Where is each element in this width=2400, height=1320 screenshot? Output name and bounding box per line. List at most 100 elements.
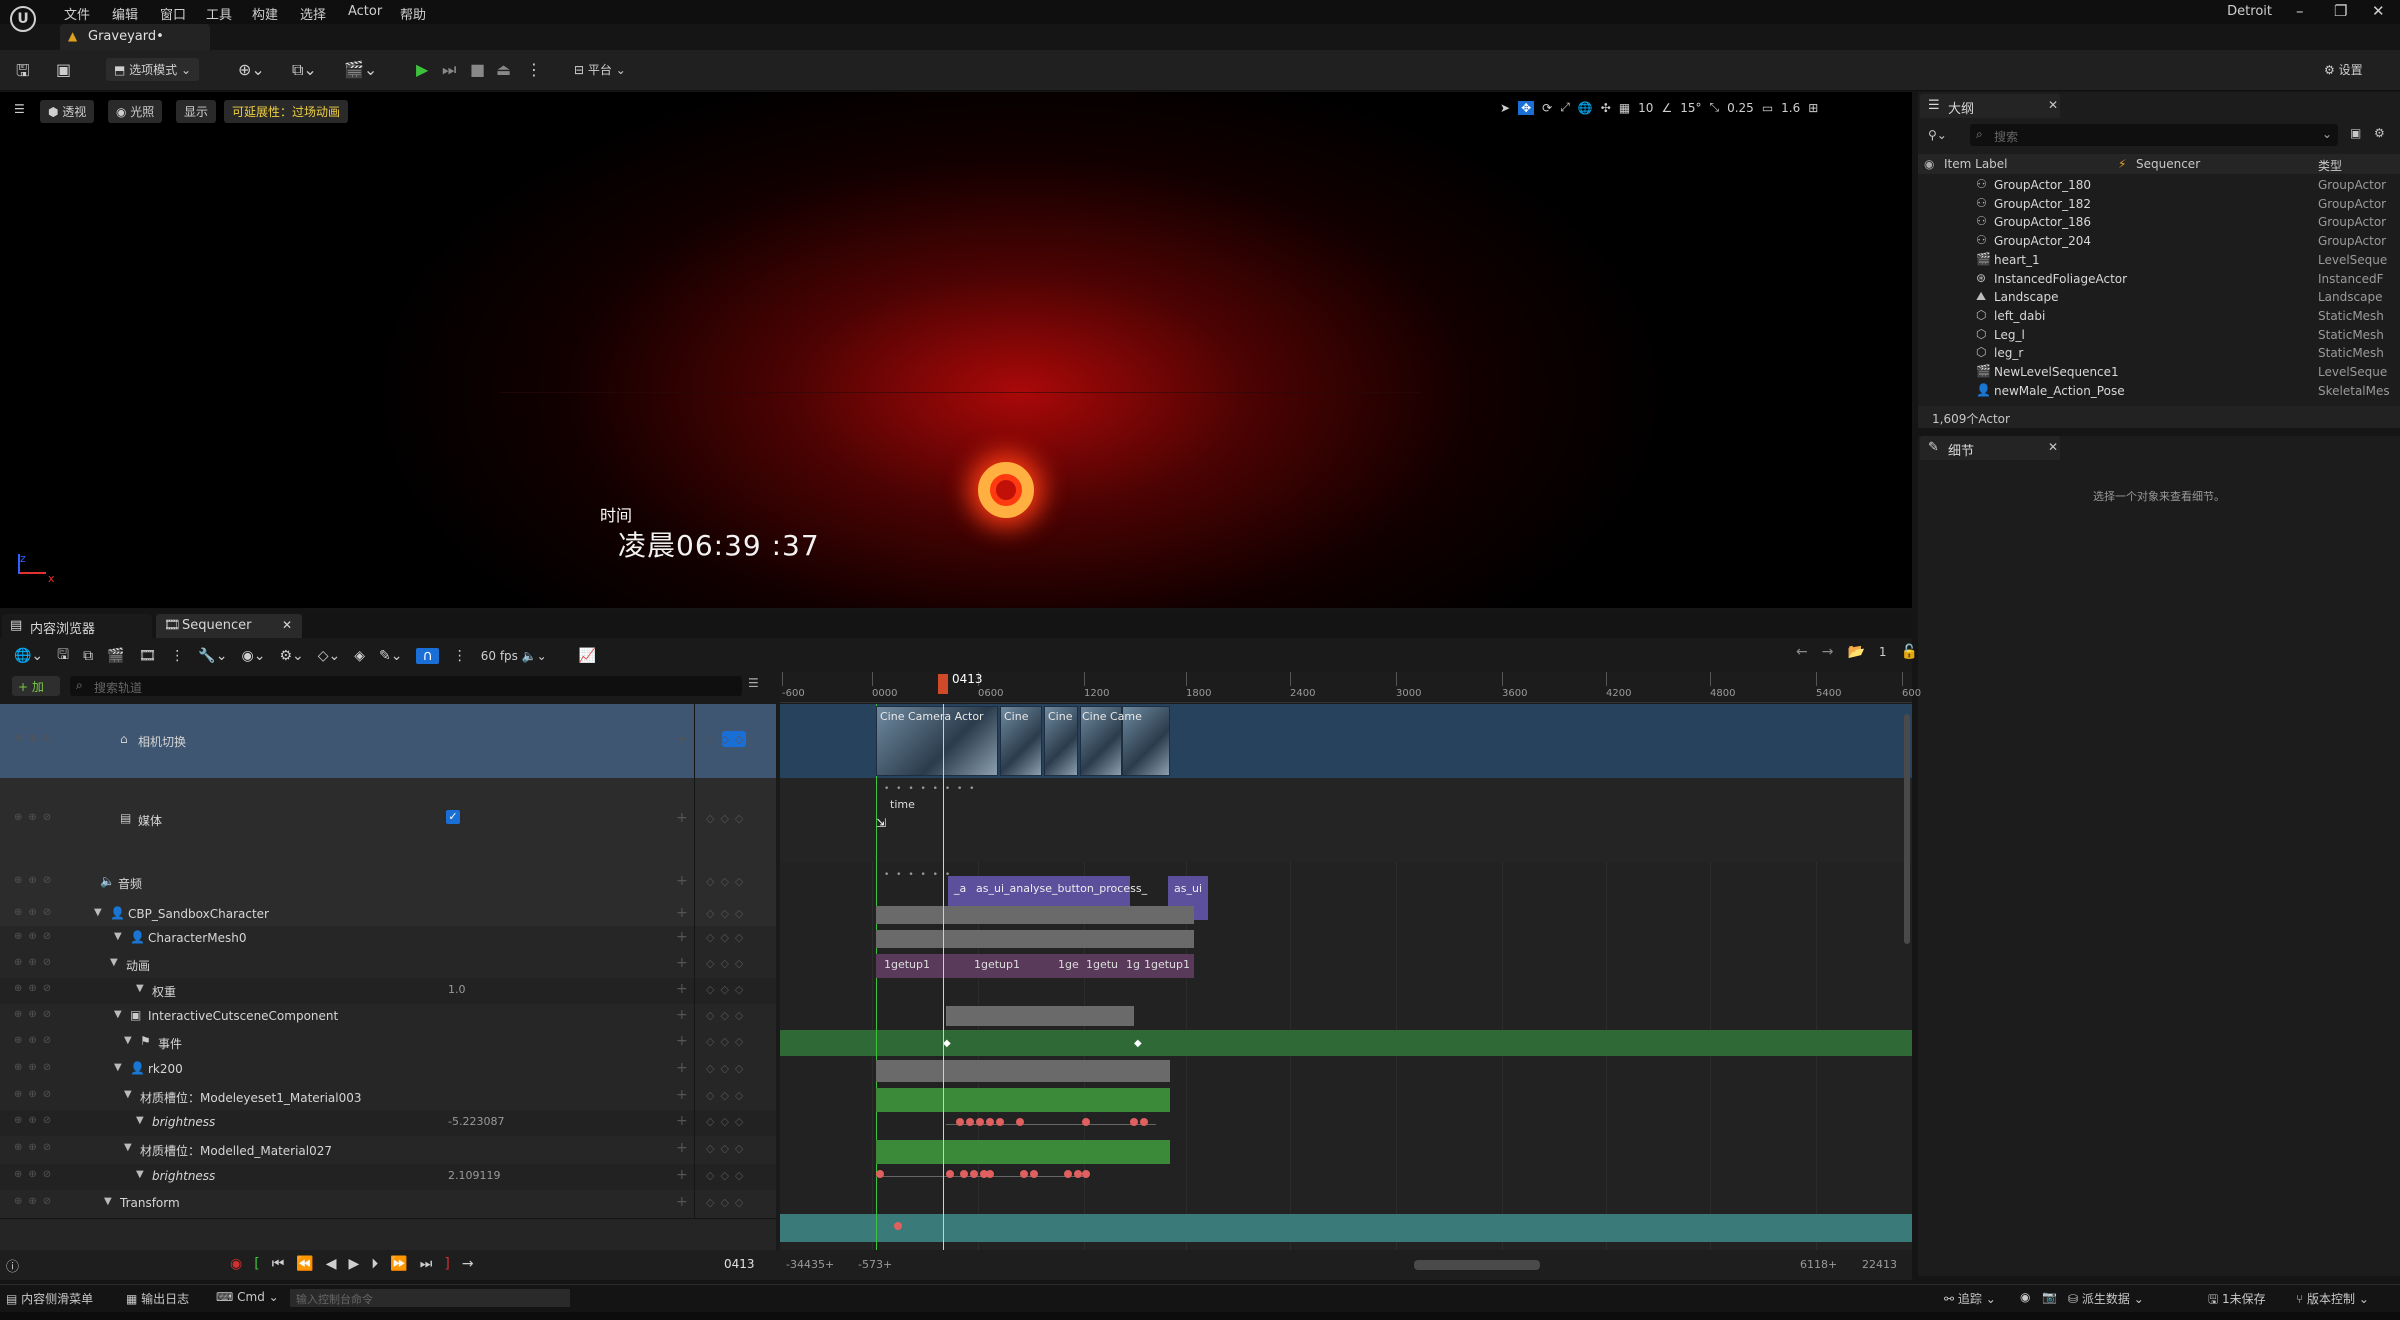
tab-sequencer[interactable]: 🎞 Sequencer ✕ <box>156 614 302 638</box>
sequencer-timeline[interactable]: Cine Camera Actor Cine Cine Cine Came • • • … <box>780 704 1912 1250</box>
derived-data-button[interactable]: ⛁ 派生数据 ⌄ <box>2068 1290 2144 1307</box>
key-nav-icons[interactable]: ◇◇◇ <box>706 931 749 944</box>
step-back-icon[interactable]: ◀ <box>326 1256 337 1272</box>
camera-icon[interactable]: 📷 <box>2042 1290 2057 1304</box>
close-icon[interactable]: ✕ <box>2048 440 2058 454</box>
playhead-marker[interactable] <box>938 674 948 694</box>
track-lock-icons[interactable]: ⊕⊕⊘ <box>14 983 57 994</box>
brightness-key[interactable] <box>1064 1170 1072 1178</box>
expand-arrow-icon[interactable]: ▼ <box>124 1089 132 1100</box>
brightness-key[interactable] <box>1082 1170 1090 1178</box>
key-nav-icons[interactable]: ◇◇◇ <box>706 1009 749 1022</box>
gear-icon[interactable]: ⚙⌄ <box>279 648 303 664</box>
step-icon[interactable]: ⏭ <box>442 60 456 80</box>
component-section[interactable] <box>946 1006 1134 1026</box>
cmd-dropdown[interactable]: ⌨ Cmd ⌄ <box>216 1290 279 1304</box>
level-viewport[interactable]: ☰ ⬢ 透视 ◉ 光照 显示 可延展性：过场动画 ➤ ✥ ⟳ ⤢ 🌐 ✣ ▦ 1… <box>0 92 1912 608</box>
brightness-key[interactable] <box>966 1118 974 1126</box>
outliner-row[interactable]: ⬡ leg_r StaticMesh <box>1918 344 2400 363</box>
expand-arrow-icon[interactable]: ▼ <box>114 1062 122 1073</box>
key-nav-icons[interactable]: ◇◇◇ <box>706 1089 749 1102</box>
show-button[interactable]: 显示 <box>176 100 217 123</box>
key-nav-icons[interactable]: ◇◇◇ <box>706 1035 749 1048</box>
add-icon[interactable]: + <box>676 873 688 889</box>
source-control-button[interactable]: ⑂ 版本控制 ⌄ <box>2296 1290 2369 1307</box>
add-icon[interactable]: + <box>676 929 688 945</box>
range-start-icon[interactable]: [ <box>254 1256 259 1272</box>
folder-icon[interactable]: 📂 <box>1847 644 1864 660</box>
camera-icon[interactable]: ▭ <box>1762 101 1773 115</box>
key-nav-icons[interactable]: ◇◇◇ <box>706 983 749 996</box>
add-icon[interactable]: + <box>676 810 688 826</box>
key-nav-icons[interactable]: ◇◇◇ <box>706 1062 749 1075</box>
perspective-button[interactable]: ⬢ 透视 <box>40 100 95 123</box>
magnet-icon[interactable]: ∩ <box>416 648 439 664</box>
col-sequencer[interactable]: Sequencer <box>2136 157 2200 171</box>
fps-dropdown[interactable]: 60 fps 🔈⌄ <box>481 649 547 663</box>
brightness-key[interactable] <box>1130 1118 1138 1126</box>
outliner-row[interactable]: ⬡ left_dabi StaticMesh <box>1918 307 2400 326</box>
event-track[interactable]: ⊕⊕⊘ ▼ ⚑ 事件 + ◇◇◇ <box>0 1030 776 1057</box>
add-icon[interactable]: + <box>676 1194 688 1210</box>
key-nav-icons[interactable]: ◇◇◇ <box>706 812 749 825</box>
track-lock-icons[interactable]: ⊕⊕⊘ <box>14 1169 57 1180</box>
key-nav-icons[interactable]: ◇◇◇ <box>706 1169 749 1182</box>
media-checkbox[interactable]: ✓ <box>446 810 460 824</box>
add-icon[interactable]: + <box>676 1033 688 1049</box>
component-track[interactable]: ⊕⊕⊘ ▼ ▣ InteractiveCutsceneComponent + ◇◇◇ <box>0 1004 776 1031</box>
add-icon[interactable]: + <box>676 1087 688 1103</box>
expand-arrow-icon[interactable]: ▼ <box>136 1169 144 1180</box>
minimize-icon[interactable]: – <box>2296 2 2304 20</box>
key-nav-icons[interactable]: ◇◇◇ <box>706 1142 749 1155</box>
stop-icon[interactable]: ■ <box>470 60 485 79</box>
menu-select[interactable]: 选择 <box>300 4 326 23</box>
expand-arrow-icon[interactable]: ▼ <box>104 1196 112 1207</box>
material-track[interactable]: ⊕⊕⊘ ▼ 材质槽位：Modeleyeset1_Material003 + ◇◇◇ <box>0 1084 776 1111</box>
outliner-row[interactable]: ⚇ GroupActor_180 GroupActor <box>1918 176 2400 195</box>
film-icon[interactable]: 🎞 <box>139 648 157 664</box>
expand-arrow-icon[interactable]: ▼ <box>136 983 144 994</box>
save-icon[interactable]: 🖫 <box>57 644 69 668</box>
world-icon[interactable]: 🌐 <box>1578 101 1593 115</box>
scale-snap-icon[interactable]: ⤡ <box>1709 100 1719 115</box>
brightness-track[interactable]: ⊕⊕⊘ ▼ brightness -5.223087 + ◇◇◇ <box>0 1110 776 1137</box>
jump-end-icon[interactable]: ⏭ <box>420 1256 433 1272</box>
brightness-key[interactable] <box>960 1170 968 1178</box>
add-icon[interactable]: + <box>676 1140 688 1156</box>
menu-edit[interactable]: 编辑 <box>112 4 138 23</box>
jump-start-icon[interactable]: ⏮ <box>272 1256 285 1272</box>
mode-dropdown[interactable]: ⬒ 选项模式 ⌄ <box>106 58 200 81</box>
close-icon[interactable]: ✕ <box>282 618 292 632</box>
actor-track[interactable]: ⊕⊕⊘ ▼ 👤 CBP_SandboxCharacter + ◇◇◇ <box>0 904 776 927</box>
track-value[interactable]: -5.223087 <box>448 1115 504 1128</box>
auto-key-icon[interactable]: ◈ <box>354 648 365 664</box>
track-lock-icons[interactable]: ⊕⊕⊘ <box>14 1062 57 1073</box>
col-item-label[interactable]: Item Label <box>1944 157 2008 171</box>
menu-actor[interactable]: Actor <box>348 4 382 19</box>
current-frame-field[interactable]: 0413 <box>724 1257 755 1271</box>
track-value[interactable]: 2.109119 <box>448 1169 501 1182</box>
menu-build[interactable]: 构建 <box>252 4 278 23</box>
menu-file[interactable]: 文件 <box>64 4 90 23</box>
animation-track[interactable]: ⊕⊕⊘ ▼ 动画 + ◇◇◇ <box>0 952 776 979</box>
brightness-key[interactable] <box>1140 1118 1148 1126</box>
brightness-key[interactable] <box>996 1118 1004 1126</box>
lighting-button[interactable]: ◉ 光照 <box>108 100 163 123</box>
outliner-search[interactable]: ⌕ 搜索 ⌄ <box>1970 124 2338 146</box>
key-nav-icons[interactable]: ◇◇◇ <box>706 907 749 920</box>
material-section[interactable] <box>876 1088 1170 1112</box>
key-nav-icons[interactable]: ◇◇◇ <box>706 875 749 888</box>
material-section[interactable] <box>876 1140 1170 1164</box>
transform-key[interactable] <box>894 1222 902 1230</box>
grid-value[interactable]: 10 <box>1638 101 1653 115</box>
add-icon[interactable]: + <box>676 905 688 921</box>
hamburger-icon[interactable]: ☰ <box>14 102 25 116</box>
snap-surface-icon[interactable]: ✣ <box>1601 101 1611 115</box>
menu-tools[interactable]: 工具 <box>206 4 232 23</box>
add-icon[interactable]: + <box>676 981 688 997</box>
layout-icon[interactable]: ⊞ <box>1808 101 1818 115</box>
record-status-icon[interactable]: ◉ <box>2020 1290 2030 1304</box>
save-icon[interactable]: 🖫 <box>16 60 30 87</box>
view-end-field[interactable]: 6118+ <box>1800 1258 1837 1271</box>
material-track[interactable]: ⊕⊕⊘ ▼ 材质槽位：Modelled_Material027 + ◇◇◇ <box>0 1136 776 1165</box>
